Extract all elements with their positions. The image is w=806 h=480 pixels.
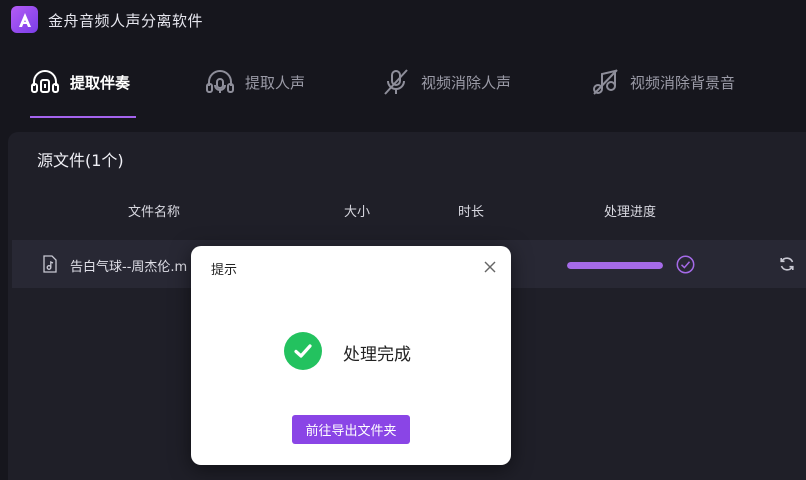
music-off-icon [590,67,620,97]
close-icon[interactable] [483,259,497,273]
mode-tabs: 提取伴奏 提取人声 视频消除人声 视频消除背景音 [0,52,806,122]
tab-extract-vocals[interactable]: 提取人声 [205,62,305,102]
check-circle-icon [676,255,695,274]
app-logo-icon [11,6,38,33]
headphone-music-icon [30,67,60,97]
column-header-progress: 处理进度 [604,205,657,220]
column-header-filename: 文件名称 [128,205,181,220]
active-tab-indicator [30,116,136,118]
dialog-message: 处理完成 [343,345,411,365]
tab-video-remove-background[interactable]: 视频消除背景音 [590,62,735,102]
tab-label: 视频消除人声 [421,73,512,92]
column-header-size: 大小 [344,205,371,220]
mic-off-icon [381,67,411,97]
progress-bar-fill [567,262,663,269]
tab-label: 提取人声 [245,73,306,92]
section-title: 源文件(1个) [37,151,124,170]
app-title: 金舟音频人声分离软件 [48,12,204,30]
headphone-mic-icon [205,67,235,97]
success-check-icon [284,332,322,370]
tab-video-remove-vocals[interactable]: 视频消除人声 [381,62,511,102]
open-export-folder-button[interactable]: 前往导出文件夹 [292,415,410,444]
dialog-title: 提示 [211,263,238,278]
file-name: 告白气球--周杰伦.m [70,260,188,275]
music-file-icon [42,255,58,273]
tab-label: 提取伴奏 [70,73,131,92]
progress-bar [567,262,663,269]
column-header-duration: 时长 [458,205,485,220]
tab-label: 视频消除背景音 [630,73,736,92]
title-bar: 金舟音频人声分离软件 [0,0,806,40]
completion-dialog: 提示 处理完成 前往导出文件夹 [191,246,511,465]
refresh-icon[interactable] [779,256,795,272]
tab-extract-accompaniment[interactable]: 提取伴奏 [30,62,130,102]
